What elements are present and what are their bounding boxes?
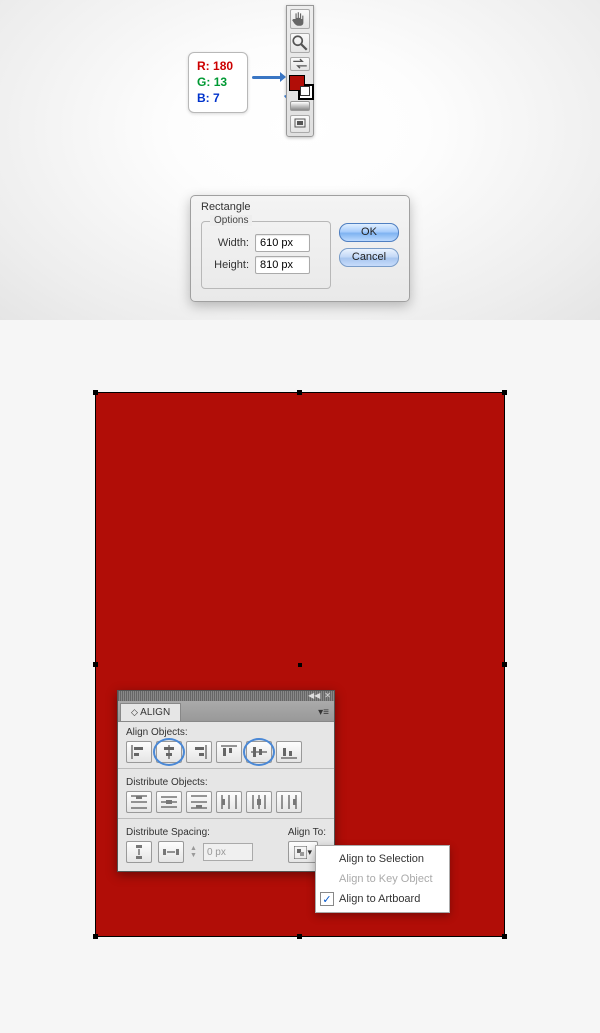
spacing-input	[203, 843, 253, 861]
selection-handle[interactable]	[93, 390, 98, 395]
align-bottom-icon[interactable]	[276, 741, 302, 763]
g-value: 13	[214, 75, 227, 89]
align-objects-label: Align Objects:	[126, 727, 326, 738]
dist-bottom-icon[interactable]	[186, 791, 212, 813]
tool-strip	[286, 5, 314, 137]
b-label: B:	[197, 91, 210, 105]
b-value: 7	[213, 91, 220, 105]
tab-align-label: ALIGN	[140, 707, 170, 718]
options-legend: Options	[210, 215, 252, 226]
r-label: R:	[197, 59, 210, 73]
width-label: Width:	[210, 237, 255, 249]
tab-align[interactable]: ◇ ALIGN	[120, 703, 181, 721]
options-fieldset: Options Width: Height:	[201, 221, 331, 289]
swap-arrows-icon[interactable]	[290, 57, 310, 71]
align-right-icon[interactable]	[186, 741, 212, 763]
selection-handle[interactable]	[297, 390, 302, 395]
dist-right-icon[interactable]	[276, 791, 302, 813]
flyout-opt3-label: Align to Artboard	[339, 893, 420, 905]
fill-color-swatch[interactable]	[289, 75, 305, 91]
selection-handle[interactable]	[297, 934, 302, 939]
gradient-mode-icon[interactable]	[290, 101, 310, 111]
check-icon: ✓	[320, 892, 334, 906]
dist-hcenter-icon[interactable]	[246, 791, 272, 813]
close-icon[interactable]: ✕	[324, 692, 331, 700]
dist-top-icon[interactable]	[126, 791, 152, 813]
flyout-opt1-label: Align to Selection	[339, 853, 424, 865]
flyout-align-artboard[interactable]: ✓ Align to Artboard	[316, 889, 449, 909]
height-label: Height:	[210, 259, 255, 271]
align-to-flyout: Align to Selection Align to Key Object ✓…	[315, 845, 450, 913]
align-panel: ◀◀ ✕ ◇ ALIGN ▾≡ Align Objects:	[117, 690, 335, 872]
selection-handle[interactable]	[93, 662, 98, 667]
g-label: G:	[197, 75, 210, 89]
height-input[interactable]	[255, 256, 310, 274]
align-left-icon[interactable]	[126, 741, 152, 763]
ok-button[interactable]: OK	[339, 223, 399, 242]
artboard: ◀◀ ✕ ◇ ALIGN ▾≡ Align Objects:	[0, 320, 600, 1033]
hand-tool-icon[interactable]	[290, 9, 310, 29]
selection-handle[interactable]	[502, 934, 507, 939]
callout-arrow	[252, 76, 282, 79]
align-top-icon[interactable]	[216, 741, 242, 763]
dist-left-icon[interactable]	[216, 791, 242, 813]
distribute-spacing-label: Distribute Spacing:	[126, 827, 288, 838]
align-to-label: Align To:	[288, 827, 326, 838]
dist-h-spacing-icon[interactable]	[158, 841, 184, 863]
width-input[interactable]	[255, 234, 310, 252]
align-hcenter-icon[interactable]	[156, 741, 182, 763]
align-vcenter-icon[interactable]	[246, 741, 272, 763]
zoom-tool-icon[interactable]	[290, 33, 310, 53]
flyout-opt2-label: Align to Key Object	[339, 873, 433, 885]
align-to-dropdown[interactable]: ▾	[288, 841, 318, 863]
flyout-align-key-object: Align to Key Object	[316, 869, 449, 889]
selection-handle[interactable]	[93, 934, 98, 939]
distribute-objects-label: Distribute Objects:	[126, 777, 326, 788]
selection-handle[interactable]	[502, 390, 507, 395]
panel-drag-bar[interactable]: ◀◀ ✕	[118, 691, 334, 701]
cancel-button[interactable]: Cancel	[339, 248, 399, 267]
flyout-align-selection[interactable]: Align to Selection	[316, 849, 449, 869]
dist-vcenter-icon[interactable]	[156, 791, 182, 813]
dist-v-spacing-icon[interactable]	[126, 841, 152, 863]
panel-menu-icon[interactable]: ▾≡	[313, 704, 334, 721]
r-value: 180	[213, 59, 233, 73]
selection-handle[interactable]	[502, 662, 507, 667]
center-point	[298, 663, 302, 667]
rgb-callout: R: 180 G: 13 B: 7	[188, 52, 248, 113]
rectangle-dialog: Rectangle Options Width: Height: OK Canc…	[190, 195, 410, 302]
screen-mode-icon[interactable]	[290, 115, 310, 133]
fill-stroke-swatch[interactable]	[289, 75, 311, 97]
collapse-icon[interactable]: ◀◀	[308, 692, 320, 700]
